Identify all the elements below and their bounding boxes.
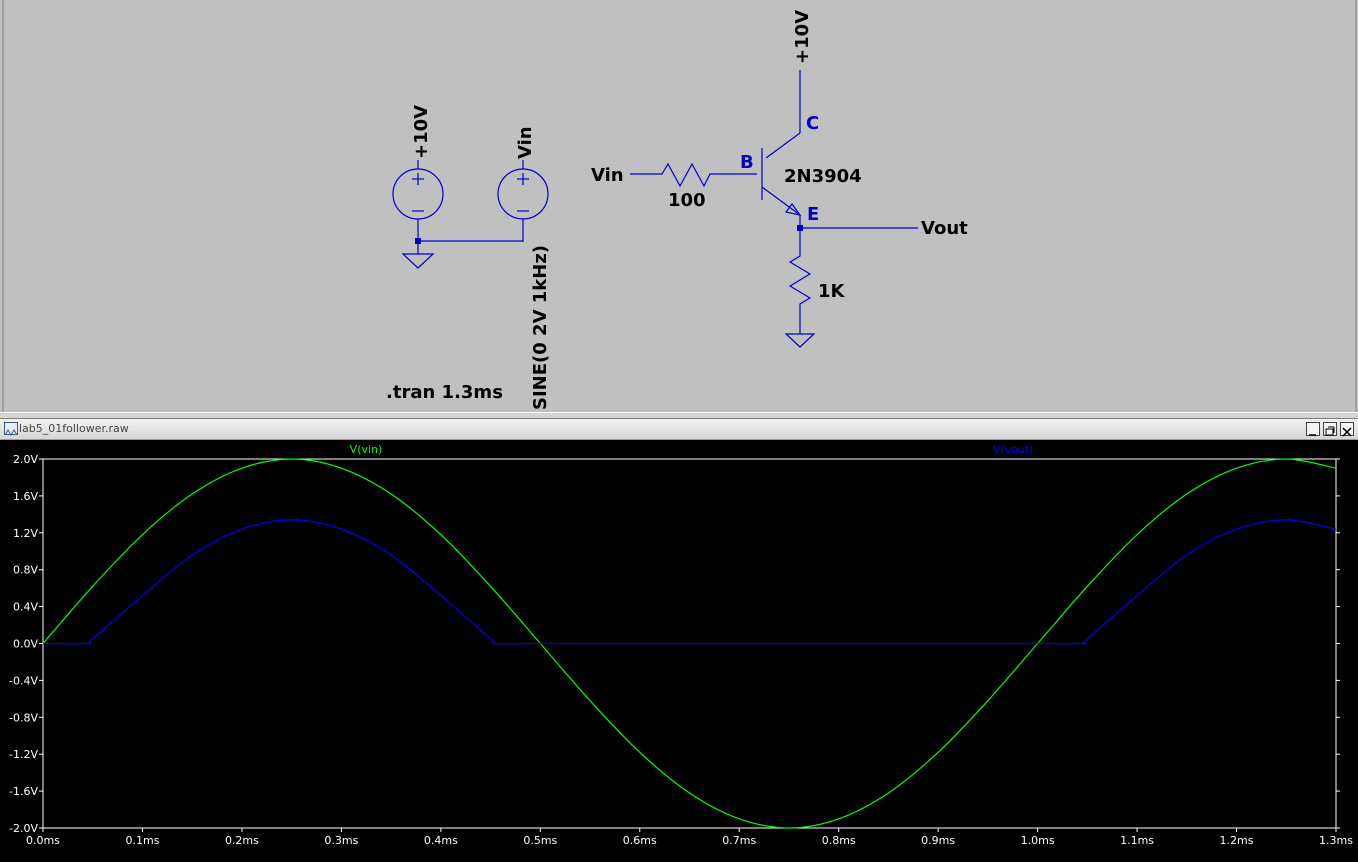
output-net-label: Vout xyxy=(921,218,968,239)
pin-base-label: B xyxy=(740,152,754,173)
series-line-1[interactable] xyxy=(42,519,1337,645)
pane-splitter[interactable] xyxy=(0,412,1358,419)
x-tick-label: 0.8ms xyxy=(822,834,856,847)
x-tick-label: 0.7ms xyxy=(722,834,756,847)
y-tick-label: 0.4V xyxy=(13,601,38,614)
x-tick-label: 0.1ms xyxy=(125,834,159,847)
y-tick-label: -1.6V xyxy=(9,785,38,798)
x-tick-label: 1.3ms xyxy=(1319,834,1353,847)
waveform-window-titlebar[interactable]: lab5_01follower.raw xyxy=(0,419,1358,440)
x-tick-label: 0.3ms xyxy=(324,834,358,847)
legend-item[interactable]: V(vout) xyxy=(993,443,1034,456)
legend-item[interactable]: V(vin) xyxy=(350,443,383,456)
waveform-window-title: lab5_01follower.raw xyxy=(19,422,129,435)
x-tick-label: 1.0ms xyxy=(1021,834,1055,847)
x-tick-label: 0.5ms xyxy=(523,834,557,847)
restore-button[interactable] xyxy=(1323,422,1337,436)
x-tick-label: 1.2ms xyxy=(1220,834,1254,847)
transistor-2n3904[interactable] xyxy=(761,148,802,228)
base-resistor[interactable] xyxy=(630,162,757,188)
schematic-canvas[interactable]: +10V Vin SINE(0 2V 1kHz) +10V Vin 100 B … xyxy=(0,0,1358,412)
collector-wire[interactable] xyxy=(765,70,801,159)
x-tick-label: 0.0ms xyxy=(26,834,60,847)
legend: V(vin) V(vout) xyxy=(350,443,1034,456)
y-tick-label: -0.4V xyxy=(9,674,38,687)
y-tick-label: -0.8V xyxy=(9,711,38,724)
collector-rail-label: +10V xyxy=(792,10,813,64)
tran-directive[interactable]: .tran 1.3ms xyxy=(386,382,503,403)
supply-voltage-source[interactable] xyxy=(392,160,444,242)
ground-symbol xyxy=(401,253,435,269)
vin-source-value: SINE(0 2V 1kHz) xyxy=(530,245,551,410)
input-net-label: Vin xyxy=(591,165,624,186)
y-tick-label: 1.6V xyxy=(13,490,38,503)
source-ground-wire[interactable] xyxy=(417,240,523,254)
y-tick-label: 2.0V xyxy=(13,453,38,466)
base-resistor-value: 100 xyxy=(668,190,706,211)
waveform-icon xyxy=(4,422,18,436)
x-tick-label: 0.9ms xyxy=(921,834,955,847)
x-tick-label: 1.1ms xyxy=(1120,834,1154,847)
vin-source-label: Vin xyxy=(515,126,536,159)
y-tick-label: 0.0V xyxy=(13,638,38,651)
pin-collector-label: C xyxy=(806,113,819,134)
x-tick-label: 0.4ms xyxy=(424,834,458,847)
x-axis: 0.0ms 0.1ms 0.2ms 0.3ms 0.4ms 0.5ms 0.6ms 0.7ms… xyxy=(26,828,1353,847)
series-layer xyxy=(42,458,1337,829)
y-tick-label: 1.2V xyxy=(13,527,38,540)
pin-emitter-label: E xyxy=(807,204,819,225)
waveform-window[interactable]: lab5_01follower.raw 2.0V 1.6V 1.2V 0.8V 0.4V… xyxy=(0,419,1358,862)
emitter-resistor-value: 1K xyxy=(818,281,846,302)
minimize-button[interactable] xyxy=(1306,422,1320,436)
waveform-plot[interactable]: 2.0V 1.6V 1.2V 0.8V 0.4V 0.0V -0.4V -0.8V -1.2V -… xyxy=(0,440,1358,862)
y-tick-label: -1.2V xyxy=(9,748,38,761)
transistor-model-label: 2N3904 xyxy=(784,166,862,187)
close-button[interactable] xyxy=(1340,422,1354,437)
emitter-ground-symbol xyxy=(784,333,816,348)
junction-dot xyxy=(415,238,421,244)
supply-label: +10V xyxy=(411,105,432,159)
y-tick-label: 0.8V xyxy=(13,564,38,577)
x-tick-label: 0.2ms xyxy=(225,834,259,847)
x-tick-label: 0.6ms xyxy=(623,834,657,847)
vin-voltage-source[interactable] xyxy=(497,160,549,242)
emitter-resistor[interactable] xyxy=(788,228,812,334)
